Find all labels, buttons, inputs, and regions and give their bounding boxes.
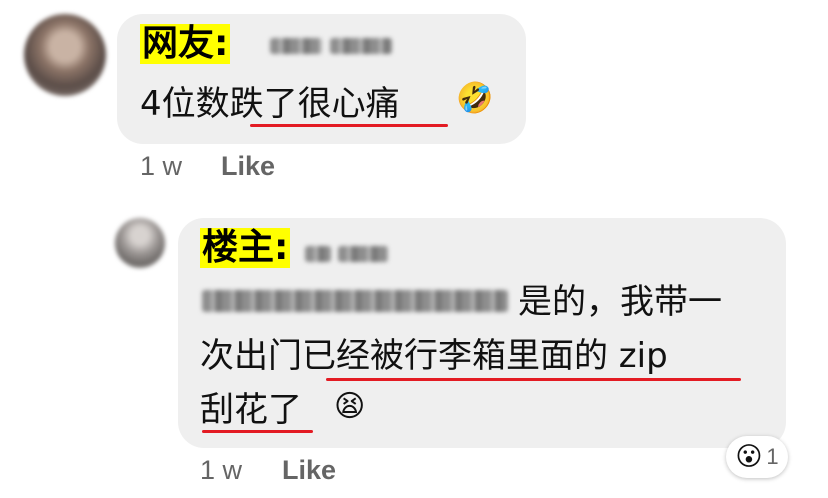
wow-reaction-icon: 😮 xyxy=(735,442,763,472)
author-tag: 楼主: xyxy=(200,227,291,268)
blurred-author-name[interactable] xyxy=(330,38,392,54)
blurred-author-name[interactable] xyxy=(305,246,331,262)
red-underline xyxy=(202,430,313,433)
comment-text-line: 次出门已经被行李箱里面的 zip xyxy=(200,336,668,376)
author-tag: 网友: xyxy=(140,23,231,64)
red-underline xyxy=(326,378,741,381)
red-underline xyxy=(250,124,448,127)
reaction-badge[interactable]: 😮 1 xyxy=(726,436,788,478)
like-button[interactable]: Like xyxy=(282,454,336,486)
blurred-author-name[interactable] xyxy=(338,246,388,262)
avatar[interactable] xyxy=(115,218,165,268)
comment-timestamp[interactable]: 1 w xyxy=(200,454,242,486)
comment-text-line: 是的，我带一 xyxy=(518,282,722,322)
blurred-mention[interactable] xyxy=(202,290,508,312)
avatar[interactable] xyxy=(24,14,106,96)
rofl-emoji-icon: 🤣 xyxy=(456,81,494,116)
comment-text-line: 刮花了 xyxy=(200,390,302,430)
comment-timestamp[interactable]: 1 w xyxy=(140,150,182,182)
blurred-author-name[interactable] xyxy=(270,38,322,54)
like-button[interactable]: Like xyxy=(221,150,275,182)
comment-text: 4位数跌了很心痛 xyxy=(140,84,400,124)
reaction-count: 1 xyxy=(766,444,779,469)
tired-face-emoji-icon: 😫 xyxy=(334,389,366,424)
